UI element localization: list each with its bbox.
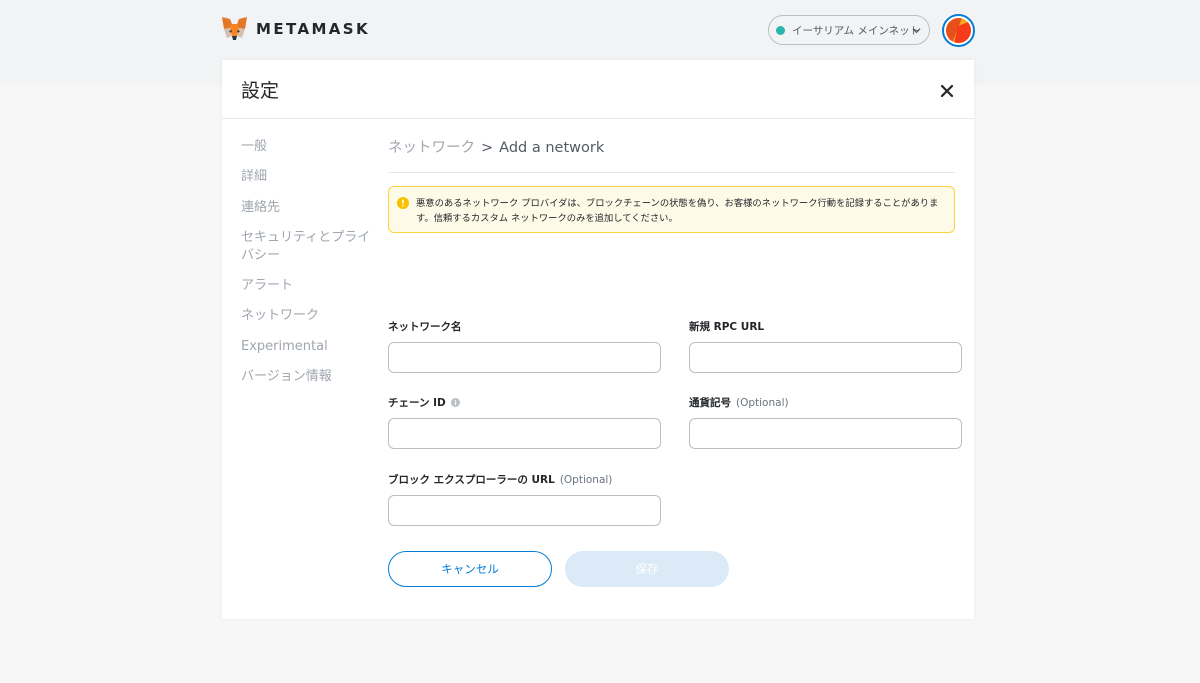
currency-symbol-optional: (Optional) xyxy=(736,396,789,409)
sidebar-item-networks[interactable]: ネットワーク xyxy=(241,307,319,325)
breadcrumb: ネットワーク > Add a network xyxy=(388,136,604,157)
sidebar-item-about[interactable]: バージョン情報 xyxy=(241,368,332,386)
save-button[interactable]: 保存 xyxy=(565,551,729,587)
sidebar-item-contacts[interactable]: 連絡先 xyxy=(241,199,280,217)
sidebar-item-general[interactable]: 一般 xyxy=(241,138,267,156)
network-status-dot xyxy=(776,25,785,35)
cancel-button[interactable]: キャンセル xyxy=(388,551,552,587)
rpc-url-input[interactable] xyxy=(689,342,962,373)
identicon-icon xyxy=(946,18,971,43)
app-header: METAMASK イーサリアム メインネット xyxy=(221,14,976,47)
block-explorer-label: ブロック エクスプローラーの URL (Optional) xyxy=(388,472,612,487)
close-icon[interactable] xyxy=(940,84,954,98)
chain-id-label: チェーン ID xyxy=(388,395,460,410)
warning-text: 悪意のあるネットワーク プロバイダは、ブロックチェーンの状態を偽り、お客様のネッ… xyxy=(416,198,939,224)
currency-symbol-input[interactable] xyxy=(689,418,962,449)
settings-header: 設定 xyxy=(222,60,974,119)
warning-banner: 悪意のあるネットワーク プロバイダは、ブロックチェーンの状態を偽り、お客様のネッ… xyxy=(388,186,955,233)
network-name-label: ネットワーク名 xyxy=(388,319,462,334)
warning-icon xyxy=(397,197,409,209)
block-explorer-input[interactable] xyxy=(388,495,661,526)
currency-symbol-label-text: 通貨記号 xyxy=(689,397,731,409)
fox-icon xyxy=(222,17,247,40)
block-explorer-optional: (Optional) xyxy=(559,473,613,486)
network-name: イーサリアム メインネット xyxy=(792,24,921,37)
chain-id-input[interactable] xyxy=(388,418,661,449)
info-icon[interactable] xyxy=(450,398,460,407)
rpc-url-label: 新規 RPC URL xyxy=(689,319,764,334)
sidebar-item-alerts[interactable]: アラート xyxy=(241,277,293,295)
breadcrumb-networks-link[interactable]: ネットワーク xyxy=(388,140,475,156)
account-avatar[interactable] xyxy=(942,14,975,47)
settings-card: 設定 一般 詳細 連絡先 セキュリティとプライバシー アラート ネットワーク E… xyxy=(222,60,974,619)
block-explorer-label-text: ブロック エクスプローラーの URL xyxy=(388,474,555,486)
metamask-logo[interactable]: METAMASK xyxy=(221,16,370,42)
network-name-label-text: ネットワーク名 xyxy=(388,321,462,333)
page-title: 設定 xyxy=(241,80,280,102)
chain-id-label-text: チェーン ID xyxy=(388,397,446,409)
breadcrumb-separator: > xyxy=(481,140,494,156)
breadcrumb-current: Add a network xyxy=(499,140,605,156)
sidebar-item-security-privacy[interactable]: セキュリティとプライバシー xyxy=(241,229,376,265)
currency-symbol-label: 通貨記号 (Optional) xyxy=(689,395,789,410)
rpc-url-label-text: 新規 RPC URL xyxy=(689,321,765,333)
divider xyxy=(388,172,955,173)
sidebar-item-experimental[interactable]: Experimental xyxy=(241,338,328,356)
sidebar-item-advanced[interactable]: 詳細 xyxy=(241,168,267,186)
network-selector[interactable]: イーサリアム メインネット xyxy=(768,15,930,45)
chevron-down-icon xyxy=(912,28,921,34)
brand-name: METAMASK xyxy=(256,20,371,38)
network-name-input[interactable] xyxy=(388,342,661,373)
